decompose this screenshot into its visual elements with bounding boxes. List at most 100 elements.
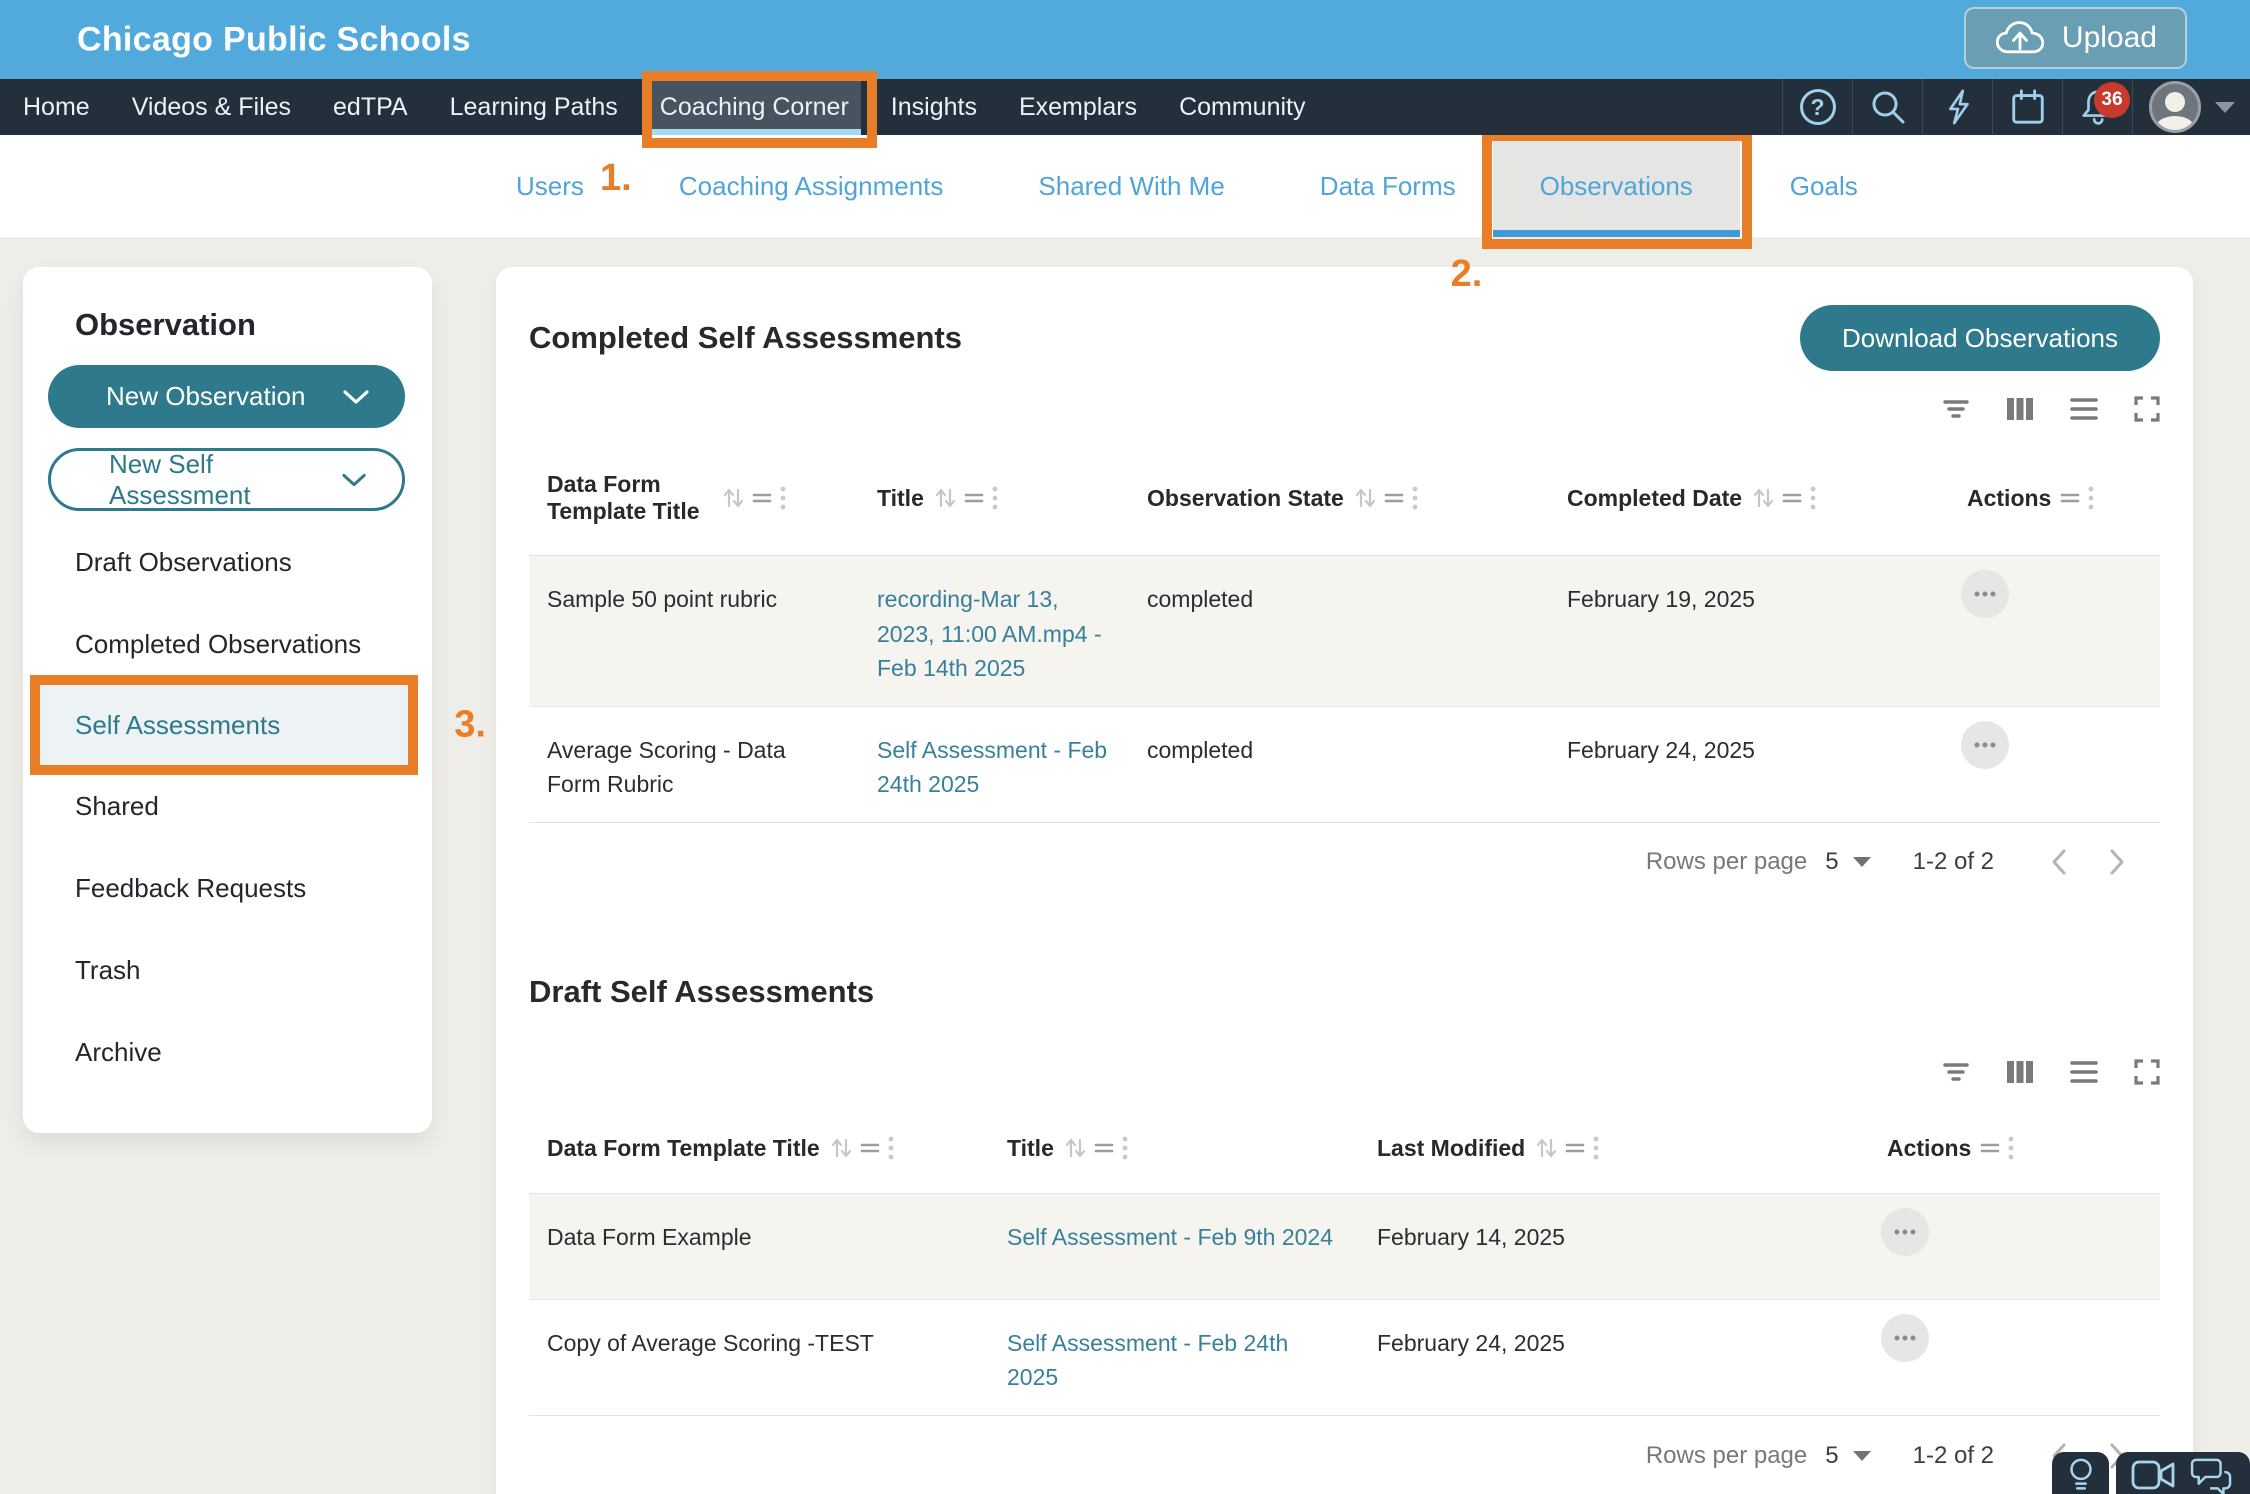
column-header-data-form-template-title[interactable]: Data Form Template Title [529, 1135, 989, 1162]
nav-item-learning-paths[interactable]: Learning Paths [438, 79, 630, 135]
sidebar-item-archive[interactable]: Archive [23, 1011, 432, 1093]
quick-actions-button[interactable] [1922, 79, 1992, 135]
nav-item-home[interactable]: Home [11, 79, 102, 135]
chevron-down-icon [342, 472, 366, 488]
nav-item-edtpa[interactable]: edTPA [321, 79, 420, 135]
nav-item-community[interactable]: Community [1167, 79, 1317, 135]
sort-arrows-icon[interactable] [1751, 485, 1775, 511]
sidebar-item-draft-observations[interactable]: Draft Observations [23, 521, 432, 603]
tab-observations[interactable]: Observations 2. [1493, 135, 1740, 237]
download-observations-button[interactable]: Download Observations [1800, 305, 2160, 371]
fullscreen-icon[interactable] [2134, 396, 2160, 422]
kebab-menu-icon[interactable] [1809, 485, 1817, 511]
upload-button[interactable]: Upload [1964, 7, 2187, 69]
tips-widget-button[interactable] [2052, 1452, 2109, 1494]
account-menu[interactable] [2132, 79, 2250, 135]
density-icon[interactable] [2070, 397, 2098, 421]
equals-icon[interactable] [1782, 490, 1802, 506]
new-observation-button[interactable]: New Observation [48, 365, 405, 428]
row-actions-button[interactable] [1881, 1314, 1929, 1362]
sidebar-item-completed-observations[interactable]: Completed Observations [23, 603, 432, 685]
columns-icon[interactable] [2006, 1060, 2034, 1084]
previous-page-button[interactable] [2050, 848, 2068, 876]
sidebar-item-feedback-requests[interactable]: Feedback Requests [23, 847, 432, 929]
page-size-value: 5 [1825, 1442, 1838, 1470]
density-icon[interactable] [2070, 1060, 2098, 1084]
observation-title-link[interactable]: Self Assessment - Feb 24th 2025 [877, 733, 1115, 802]
kebab-menu-icon[interactable] [779, 485, 787, 511]
nav-label: edTPA [333, 93, 408, 122]
tab-goals[interactable]: Goals [1790, 135, 1858, 237]
page-size-value: 5 [1825, 848, 1838, 876]
kebab-menu-icon[interactable] [887, 1135, 895, 1161]
video-chat-widget-button[interactable] [2116, 1452, 2250, 1494]
kebab-menu-icon[interactable] [1411, 485, 1419, 511]
equals-icon[interactable] [1384, 490, 1404, 506]
sort-arrows-icon[interactable] [721, 485, 745, 511]
nav-item-exemplars[interactable]: Exemplars [1007, 79, 1149, 135]
search-button[interactable] [1852, 79, 1922, 135]
equals-icon[interactable] [1980, 1140, 2000, 1156]
sort-arrows-icon[interactable] [1534, 1135, 1558, 1161]
row-actions-button[interactable] [1881, 1208, 1929, 1256]
column-header-completed-date[interactable]: Completed Date [1549, 485, 1949, 512]
column-header-last-modified[interactable]: Last Modified [1359, 1135, 1869, 1162]
tab-users[interactable]: Users [516, 135, 584, 237]
sort-arrows-icon[interactable] [933, 485, 957, 511]
sort-arrows-icon[interactable] [1063, 1135, 1087, 1161]
draft-title-link[interactable]: Self Assessment - Feb 24th 2025 [1007, 1330, 1288, 1391]
row-actions-button[interactable] [1961, 570, 2009, 618]
nav-label: Learning Paths [450, 93, 618, 122]
cloud-upload-icon [1994, 19, 2046, 57]
page-size-select[interactable]: 5 [1825, 1442, 1870, 1470]
cell-completed-date: February 19, 2025 [1549, 556, 1949, 706]
help-button[interactable] [1782, 79, 1852, 135]
calendar-button[interactable] [1992, 79, 2062, 135]
sidebar-item-self-assessments[interactable]: Self Assessments 3. [40, 685, 408, 765]
equals-icon[interactable] [860, 1140, 880, 1156]
nav-item-coaching-corner[interactable]: Coaching Corner [648, 79, 861, 135]
nav-item-videos-files[interactable]: Videos & Files [120, 79, 303, 135]
columns-icon[interactable] [2006, 397, 2034, 421]
cell-observation-state: completed [1129, 707, 1549, 822]
tab-coaching-assignments[interactable]: Coaching Assignments [679, 135, 943, 237]
nav-item-insights[interactable]: Insights [879, 79, 989, 135]
new-self-assessment-button[interactable]: New Self Assessment [48, 448, 405, 511]
kebab-menu-icon[interactable] [991, 485, 999, 511]
notifications-button[interactable]: 36 [2062, 79, 2132, 135]
next-page-button[interactable] [2108, 848, 2126, 876]
equals-icon[interactable] [2060, 490, 2080, 506]
row-actions-button[interactable] [1961, 721, 2009, 769]
column-header-data-form-template-title[interactable]: Data Form Template Title [529, 471, 859, 525]
column-header-icons [721, 485, 787, 511]
column-header-actions[interactable]: Actions [1869, 1135, 2160, 1162]
kebab-menu-icon[interactable] [2007, 1135, 2015, 1161]
kebab-menu-icon[interactable] [1121, 1135, 1129, 1161]
equals-icon[interactable] [752, 490, 772, 506]
column-header-actions[interactable]: Actions [1949, 485, 2160, 512]
tab-shared-with-me[interactable]: Shared With Me [1038, 135, 1224, 237]
sidebar-item-shared[interactable]: Shared [23, 765, 432, 847]
nav-label: Exemplars [1019, 93, 1137, 122]
filter-list-icon[interactable] [1942, 1061, 1970, 1083]
equals-icon[interactable] [1565, 1140, 1585, 1156]
filter-list-icon[interactable] [1942, 398, 1970, 420]
kebab-menu-icon[interactable] [1592, 1135, 1600, 1161]
fullscreen-icon[interactable] [2134, 1059, 2160, 1085]
equals-icon[interactable] [1094, 1140, 1114, 1156]
sort-arrows-icon[interactable] [1353, 485, 1377, 511]
sidebar-item-trash[interactable]: Trash [23, 929, 432, 1011]
completed-table-header: Data Form Template Title Title [529, 441, 2160, 556]
tab-data-forms[interactable]: Data Forms [1320, 135, 1456, 237]
column-header-observation-state[interactable]: Observation State [1129, 485, 1549, 512]
page-size-select[interactable]: 5 [1825, 848, 1870, 876]
sort-arrows-icon[interactable] [829, 1135, 853, 1161]
column-header-title[interactable]: Title [859, 485, 1129, 512]
equals-icon[interactable] [964, 490, 984, 506]
draft-title-link[interactable]: Self Assessment - Feb 9th 2024 [1007, 1224, 1333, 1250]
column-label: Actions [1887, 1135, 1971, 1162]
table-row: Sample 50 point rubric recording-Mar 13,… [529, 556, 2160, 706]
kebab-menu-icon[interactable] [2087, 485, 2095, 511]
column-header-title[interactable]: Title [989, 1135, 1359, 1162]
observation-title-link[interactable]: recording-Mar 13, 2023, 11:00 AM.mp4 - F… [877, 582, 1115, 686]
